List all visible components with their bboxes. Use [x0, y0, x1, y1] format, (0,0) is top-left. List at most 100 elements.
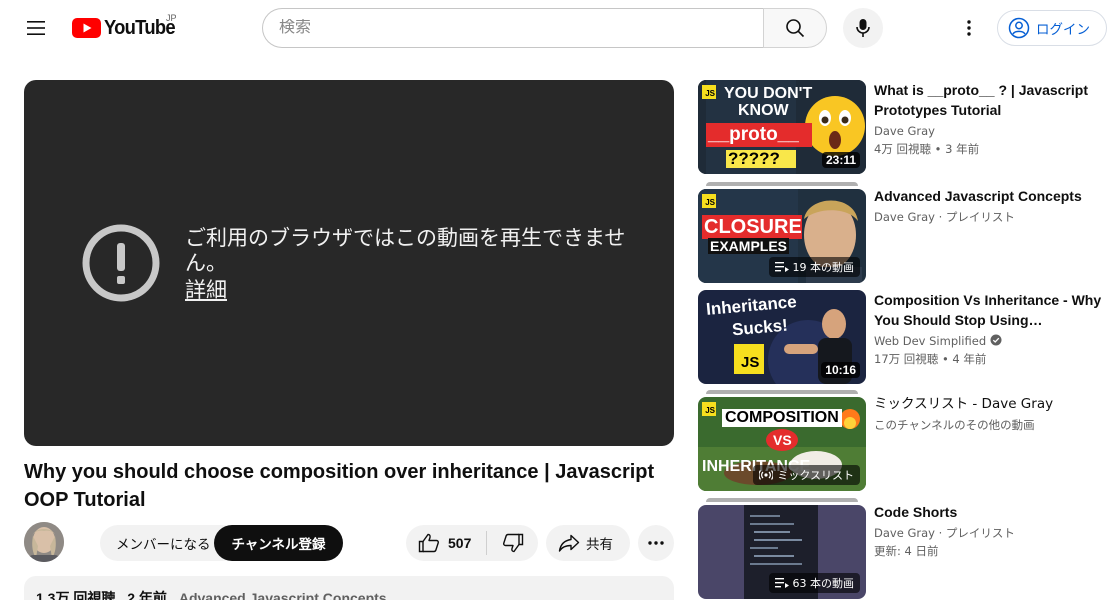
duration-badge: 10:16 — [821, 362, 860, 378]
channel-name: Web Dev Simplified — [874, 334, 987, 348]
subscribe-label: チャンネル登録 — [231, 537, 326, 553]
recommendation-item[interactable]: JS COMPOSITION VS INHERITANCE ミックスリスト ミッ… — [698, 390, 1108, 491]
menu-icon — [27, 21, 45, 35]
like-button[interactable]: 507 — [406, 525, 486, 561]
recommendation-age: 4 年前 — [952, 352, 987, 366]
recommendation-channel: このチャンネルのその他の動画 — [874, 418, 1035, 432]
avatar-image — [24, 522, 64, 562]
recommendation-item[interactable]: JS CLOSURE EXAMPLES 19 本の動画 Advanced Jav… — [698, 182, 1108, 283]
thumbnail-text-3: JS — [741, 354, 760, 371]
js-badge: JS — [702, 194, 716, 208]
mix-icon — [759, 470, 774, 480]
like-count: 507 — [448, 535, 472, 551]
recommendation-meta: What is __proto__ ? | Javascript Prototy… — [874, 80, 1108, 158]
thumbnail-text-2: EXAMPLES — [708, 238, 790, 254]
thumbnail-text-2: VS — [773, 432, 792, 448]
like-dislike-group: 507 — [406, 525, 538, 561]
video-player[interactable]: ご利用のブラウザではこの動画を再生できません。 詳細 — [24, 80, 674, 446]
playlist-count-badge: 19 本の動画 — [768, 257, 860, 277]
recommendation-title[interactable]: What is __proto__ ? | Javascript Prototy… — [874, 80, 1108, 120]
recommendation-title[interactable]: ミックスリスト - Dave Gray — [874, 394, 1108, 414]
recommendation-item[interactable]: JS YOU DON'T KNOW __proto__ ????? 23:11 … — [698, 80, 1108, 174]
recommendation-stats: 17万 回視聴 • 4 年前 — [874, 352, 987, 366]
mic-icon — [856, 19, 870, 37]
recommendation-thumbnail[interactable]: JS COMPOSITION VS INHERITANCE ミックスリスト — [698, 397, 866, 491]
recommendation-item[interactable]: 63 本の動画 Code Shorts Dave Gray · プレイリスト 更… — [698, 498, 1108, 600]
duration-badge: 23:11 — [821, 152, 860, 168]
thumbnail-text-1: CLOSURE — [704, 216, 802, 238]
search-button[interactable] — [763, 8, 827, 48]
error-icon — [82, 224, 160, 302]
logo-text: YouTube — [104, 16, 176, 39]
js-badge: JS — [702, 85, 716, 99]
login-button[interactable]: ログイン — [997, 10, 1107, 46]
thumbnail-text-4: ????? — [728, 149, 780, 168]
verified-icon — [990, 334, 1002, 346]
dislike-button[interactable] — [487, 525, 538, 561]
share-button[interactable]: 共有 — [546, 525, 630, 561]
playlist-count-badge: 63 本の動画 — [768, 573, 860, 593]
recommendation-title[interactable]: Composition Vs Inheritance - Why You Sho… — [874, 290, 1108, 330]
masthead: YouTube JP ログイン — [0, 0, 1109, 56]
channel-avatar[interactable] — [24, 522, 64, 562]
account-icon — [1008, 17, 1030, 39]
search-box — [262, 8, 764, 48]
recommendation-views: 4万 回視聴 — [874, 142, 931, 156]
login-label: ログイン — [1036, 22, 1090, 38]
subscribe-button[interactable]: チャンネル登録 — [214, 525, 343, 561]
thumbs-up-icon — [418, 533, 439, 553]
recommendation-thumbnail[interactable]: 63 本の動画 — [698, 505, 866, 599]
playlist-count: 63 本の動画 — [792, 577, 855, 590]
error-details-link[interactable]: 詳細 — [185, 274, 227, 304]
recommendation-age: 3 年前 — [945, 142, 980, 156]
recommendation-views: 17万 回視聴 — [874, 352, 939, 366]
recommendation-channel[interactable]: Dave Gray · プレイリスト — [874, 208, 1108, 226]
view-count: 1.3万 回視聴 — [36, 590, 116, 600]
description-box[interactable]: 1.3万 回視聴 2 年前 Advanced Javascript Concep… — [24, 576, 674, 600]
recommendation-channel[interactable]: Web Dev Simplified — [874, 332, 1108, 350]
recommendation-thumbnail[interactable]: JS CLOSURE EXAMPLES 19 本の動画 — [698, 189, 866, 283]
recommendation-meta: Composition Vs Inheritance - Why You Sho… — [874, 290, 1108, 368]
thumbnail-text-1: YOU DON'T — [724, 85, 813, 102]
youtube-logo[interactable]: YouTube — [72, 16, 181, 40]
voice-search-button[interactable] — [843, 8, 883, 48]
search-input[interactable] — [279, 19, 764, 37]
recommendation-channel[interactable]: Dave Gray · プレイリスト — [874, 524, 1108, 542]
mix-stack — [706, 390, 858, 394]
recommendation-thumbnail[interactable]: Inheritance Sucks! JS 10:16 — [698, 290, 866, 384]
share-icon — [558, 534, 580, 552]
mix-label: ミックスリスト — [777, 469, 854, 482]
recommendation-meta: Code Shorts Dave Gray · プレイリスト 更新: 4 日前 — [874, 502, 1108, 560]
recommendation-meta: ミックスリスト - Dave Gray このチャンネルのその他の動画 — [874, 394, 1108, 434]
guide-menu-button[interactable] — [16, 8, 56, 48]
thumbnail-text-1: COMPOSITION — [722, 409, 842, 427]
more-vert-icon — [967, 20, 971, 36]
settings-menu-button[interactable] — [949, 8, 989, 48]
more-actions-button[interactable] — [638, 525, 674, 561]
recommendation-channel[interactable]: Dave Gray — [874, 122, 1108, 140]
playlist-count: 19 本の動画 — [792, 261, 855, 274]
recommendation-title[interactable]: Code Shorts — [874, 502, 1108, 522]
mix-badge: ミックスリスト — [753, 465, 860, 485]
recommendation-item[interactable]: Inheritance Sucks! JS 10:16 Composition … — [698, 290, 1108, 384]
recommendation-stats: 4万 回視聴 • 3 年前 — [874, 142, 980, 156]
playlist-icon — [774, 578, 789, 588]
more-horiz-icon — [648, 541, 664, 545]
thumbnail-text-2: KNOW — [738, 102, 789, 119]
playback-error-message: ご利用のブラウザではこの動画を再生できません。 — [185, 226, 626, 275]
playlist-stack — [706, 498, 858, 502]
search-icon — [786, 19, 805, 38]
join-label: メンバーになる — [116, 537, 211, 553]
description-tag[interactable]: Advanced Javascript Concepts — [179, 590, 387, 600]
thumbs-down-icon — [502, 533, 523, 553]
playlist-stack — [706, 182, 858, 186]
youtube-logo-icon — [72, 18, 101, 38]
recommendation-updated: 更新: 4 日前 — [874, 544, 939, 558]
js-badge: JS — [702, 402, 716, 416]
playlist-icon — [774, 262, 789, 272]
thumbnail-text-3: __proto__ — [708, 124, 799, 145]
video-title: Why you should choose composition over i… — [24, 461, 655, 511]
recommendation-title[interactable]: Advanced Javascript Concepts — [874, 186, 1108, 206]
recommendation-thumbnail[interactable]: JS YOU DON'T KNOW __proto__ ????? 23:11 — [698, 80, 866, 174]
region-code: JP — [166, 13, 177, 23]
